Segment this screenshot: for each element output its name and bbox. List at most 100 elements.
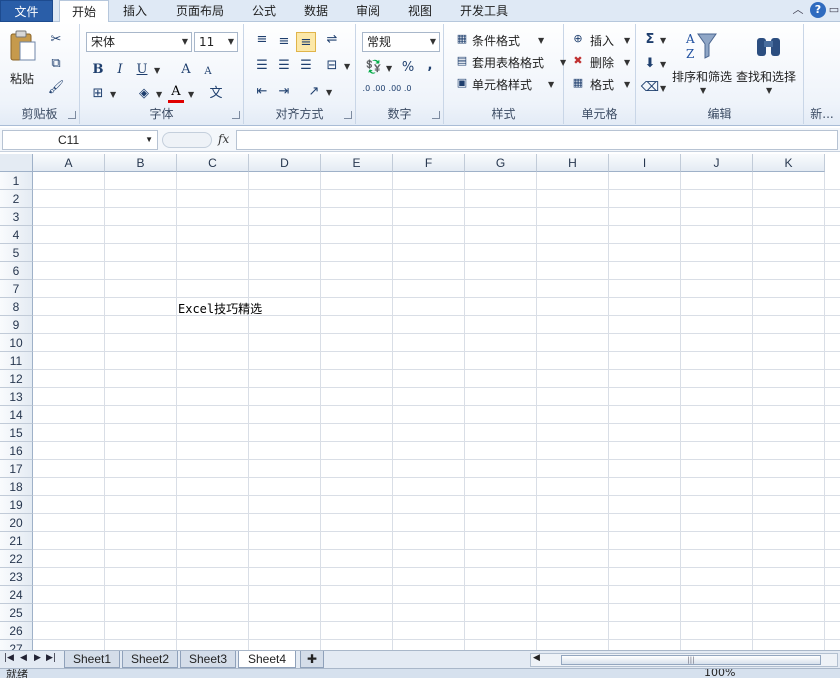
row-header-24[interactable]: 24 (0, 586, 33, 604)
delete-cells-button[interactable]: ✖ 删除 ▼ (570, 52, 632, 70)
row-header-1[interactable]: 1 (0, 172, 33, 190)
scrollbar-thumb[interactable]: ||| (561, 655, 821, 665)
tab-file[interactable]: 文件 (0, 0, 53, 22)
shrink-font-button[interactable]: A (198, 62, 218, 82)
row-header-17[interactable]: 17 (0, 460, 33, 478)
tab-data[interactable]: 数据 (296, 0, 336, 22)
row-header-5[interactable]: 5 (0, 244, 33, 262)
insert-cells-button[interactable]: ⊕ 插入 ▼ (570, 30, 632, 48)
row-header-4[interactable]: 4 (0, 226, 33, 244)
format-painter-icon[interactable]: 🖌 (46, 78, 66, 98)
row-header-26[interactable]: 26 (0, 622, 33, 640)
row-header-18[interactable]: 18 (0, 478, 33, 496)
border-icon[interactable]: ⊞ (88, 84, 108, 104)
column-header-h[interactable]: H (537, 154, 609, 172)
find-select-button[interactable]: 查找和选择 ▼ (736, 28, 800, 98)
help-icon[interactable]: ? (810, 2, 826, 18)
autosum-button[interactable]: Σ (640, 30, 660, 50)
row-header-14[interactable]: 14 (0, 406, 33, 424)
column-header-f[interactable]: F (393, 154, 465, 172)
sort-filter-button[interactable]: A Z 排序和筛选 ▼ (670, 28, 734, 98)
column-header-k[interactable]: K (753, 154, 825, 172)
font-name-select[interactable]: 宋体 ▼ (86, 32, 192, 52)
format-as-table-button[interactable]: ▤ 套用表格格式 ▼ (454, 52, 566, 70)
chevron-down-icon[interactable]: ▼ (145, 131, 153, 149)
font-launcher-icon[interactable] (232, 111, 240, 119)
tab-developer[interactable]: 开发工具 (452, 0, 516, 22)
column-header-c[interactable]: C (177, 154, 249, 172)
comma-button[interactable]: , (420, 56, 440, 76)
chevron-down-icon[interactable]: ▼ (386, 64, 392, 73)
row-header-10[interactable]: 10 (0, 334, 33, 352)
row-header-11[interactable]: 11 (0, 352, 33, 370)
increase-decimal-button[interactable]: .0 .00 (362, 84, 386, 104)
row-header-6[interactable]: 6 (0, 262, 33, 280)
chevron-down-icon[interactable]: ▼ (156, 90, 162, 99)
grow-font-button[interactable]: A (176, 60, 196, 80)
fill-color-icon[interactable]: ◈ (134, 84, 154, 104)
format-cells-button[interactable]: ▦ 格式 ▼ (570, 74, 632, 92)
row-header-12[interactable]: 12 (0, 370, 33, 388)
scroll-left-icon[interactable]: ◀ (533, 653, 540, 663)
row-header-2[interactable]: 2 (0, 190, 33, 208)
fill-icon[interactable]: ⬇ (640, 54, 660, 74)
row-header-15[interactable]: 15 (0, 424, 33, 442)
copy-icon[interactable]: ⧉ (46, 54, 66, 74)
sheet-tab-sheet3[interactable]: Sheet3 (180, 651, 236, 668)
phonetic-button[interactable]: 文 (206, 84, 226, 104)
decrease-decimal-button[interactable]: .00 .0 (388, 84, 412, 104)
conditional-formatting-button[interactable]: ▦ 条件格式 ▼ (454, 30, 562, 48)
row-header-20[interactable]: 20 (0, 514, 33, 532)
row-header-27[interactable]: 27 (0, 640, 33, 650)
decrease-indent-icon[interactable]: ⇤ (252, 82, 272, 102)
chevron-down-icon[interactable]: ▼ (660, 84, 666, 93)
sheet-tab-sheet2[interactable]: Sheet2 (122, 651, 178, 668)
tab-review[interactable]: 审阅 (348, 0, 388, 22)
align-middle-icon[interactable]: ≡ (274, 32, 294, 52)
sheet-tab-sheet1[interactable]: Sheet1 (64, 651, 120, 668)
chevron-down-icon[interactable]: ▼ (660, 36, 666, 45)
row-header-8[interactable]: 8 (0, 298, 33, 316)
new-sheet-icon[interactable]: ✚ (300, 651, 324, 668)
formula-bar-splitter[interactable] (162, 132, 212, 148)
chevron-down-icon[interactable]: ▼ (660, 60, 666, 69)
number-launcher-icon[interactable] (432, 111, 440, 119)
horizontal-scrollbar[interactable]: ◀ ||| (530, 653, 838, 667)
paste-button[interactable]: 粘贴 (6, 28, 40, 88)
name-box[interactable]: C11 ▼ (2, 130, 158, 150)
zoom-level[interactable]: 100% (704, 669, 735, 678)
underline-button[interactable]: U (132, 60, 152, 80)
number-format-select[interactable]: 常规 ▼ (362, 32, 440, 52)
chevron-down-icon[interactable]: ▼ (344, 62, 350, 71)
align-top-icon[interactable]: ≡ (252, 30, 272, 50)
cell-area[interactable] (33, 172, 840, 650)
align-center-icon[interactable]: ☰ (274, 56, 294, 76)
align-right-icon[interactable]: ☰ (296, 56, 316, 76)
increase-indent-icon[interactable]: ⇥ (274, 82, 294, 102)
sheet-tab-sheet4[interactable]: Sheet4 (238, 651, 296, 668)
tab-view[interactable]: 视图 (400, 0, 440, 22)
row-header-19[interactable]: 19 (0, 496, 33, 514)
formula-input[interactable] (236, 130, 838, 150)
align-bottom-icon[interactable]: ≡ (296, 32, 316, 52)
chevron-down-icon[interactable]: ▼ (188, 90, 194, 99)
wrap-text-icon[interactable]: ⇌ (322, 30, 342, 50)
row-header-16[interactable]: 16 (0, 442, 33, 460)
alignment-launcher-icon[interactable] (344, 111, 352, 119)
chevron-down-icon[interactable]: ▼ (154, 66, 160, 75)
row-header-7[interactable]: 7 (0, 280, 33, 298)
row-header-9[interactable]: 9 (0, 316, 33, 334)
bold-button[interactable]: B (88, 60, 108, 80)
merge-center-icon[interactable]: ⊟ (322, 56, 342, 76)
font-color-icon[interactable]: A (166, 82, 186, 102)
font-size-select[interactable]: 11 ▼ (194, 32, 238, 52)
row-header-3[interactable]: 3 (0, 208, 33, 226)
insert-function-icon[interactable]: fx (218, 132, 229, 146)
column-header-i[interactable]: I (609, 154, 681, 172)
row-header-13[interactable]: 13 (0, 388, 33, 406)
percent-button[interactable]: % (398, 58, 418, 78)
column-header-e[interactable]: E (321, 154, 393, 172)
last-sheet-icon[interactable]: ▶| (46, 653, 56, 663)
chevron-down-icon[interactable]: ▼ (110, 90, 116, 99)
column-header-j[interactable]: J (681, 154, 753, 172)
